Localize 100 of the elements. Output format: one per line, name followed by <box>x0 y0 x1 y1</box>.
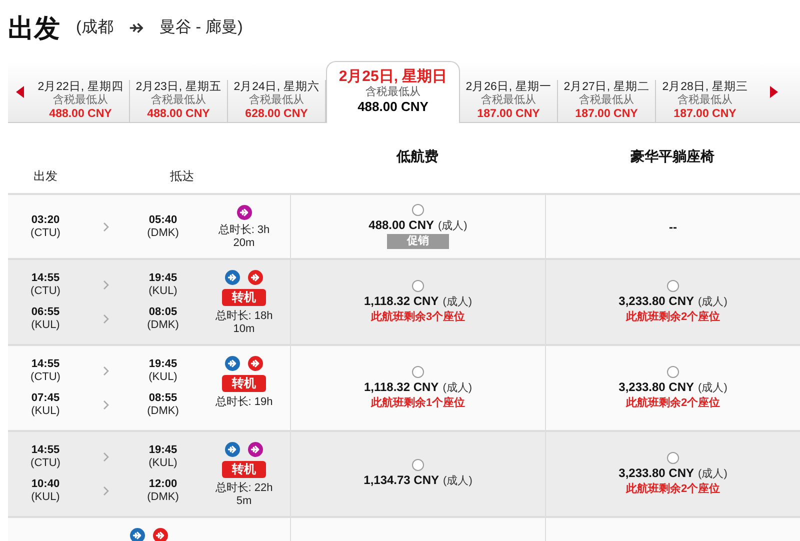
route-destination: 曼谷 - 廊曼) <box>159 18 243 38</box>
departure-airport: (CTU) <box>30 285 60 298</box>
chevron-right-icon <box>102 222 108 232</box>
fare-unit: (成人) <box>442 294 472 310</box>
tab-label: 含税最低从 <box>249 94 304 107</box>
departure-time: 06:55 <box>31 306 60 319</box>
arrival-airport: (KUL) <box>148 371 178 384</box>
next-arrow-icon[interactable] <box>770 86 778 98</box>
departure-airport: (CTU) <box>30 226 60 240</box>
tab-label: 含税最低从 <box>151 94 206 107</box>
fare-price: 3,233.80 CNY <box>618 378 694 396</box>
fare-radio[interactable] <box>667 366 679 378</box>
fare-price: 3,233.80 CNY <box>618 464 694 482</box>
tab-price: 488.00 CNY <box>147 107 210 122</box>
tab-price: 628.00 CNY <box>245 107 308 122</box>
fare-unit: (成人) <box>443 474 472 489</box>
fare-radio[interactable] <box>412 366 424 378</box>
chevron-right-icon <box>102 366 108 376</box>
tab-label: 含税最低从 <box>53 94 108 107</box>
total-duration: 总时长: 19h <box>214 396 274 409</box>
date-tab[interactable]: 2月23日, 星期五 含税最低从 488.00 CNY <box>130 80 228 122</box>
arrival-airport: (DMK) <box>147 226 179 240</box>
tab-price: 187.00 CNY <box>674 107 736 122</box>
fare-unit: (成人) <box>698 380 728 396</box>
column-header: 抵达 <box>169 168 195 185</box>
route-origin: (成都 <box>76 18 114 38</box>
tab-date: 2月26日, 星期一 <box>466 80 552 94</box>
arrival-time: 05:40 <box>148 214 178 226</box>
chevron-right-icon <box>102 452 108 462</box>
tab-date: 2月25日, 星期日 <box>338 68 448 86</box>
arrival-airport: (KUL) <box>148 457 178 470</box>
arrival-time: 19:45 <box>148 358 178 371</box>
fare-unit: (成人) <box>698 294 728 310</box>
arrival-airport: (DMK) <box>147 491 179 504</box>
chevron-right-icon <box>102 400 108 410</box>
fare-radio[interactable] <box>412 458 424 471</box>
transfer-badge: 转机 <box>222 461 266 478</box>
tab-price: 488.00 CNY <box>358 99 428 115</box>
column-header: 出发 <box>32 168 58 185</box>
transfer-badge: 转机 <box>222 375 266 392</box>
chevron-right-icon <box>102 314 108 324</box>
fare-price: 1,118.32 CNY <box>364 378 439 396</box>
tab-price: 187.00 CNY <box>477 107 540 122</box>
tab-date: 2月28日, 星期三 <box>662 80 748 94</box>
arrival-time: 08:05 <box>148 306 178 319</box>
arrival-time: 19:45 <box>148 272 178 285</box>
fare-radio[interactable] <box>667 280 679 292</box>
seats-left-note: 此航班剩余1个座位 <box>370 396 466 410</box>
fare-radio[interactable] <box>412 280 424 292</box>
fare-price: 488.00 CNY <box>368 216 434 234</box>
date-tab[interactable]: 2月25日, 星期日 含税最低从 488.00 CNY <box>326 61 460 123</box>
departure-time: 03:20 <box>31 214 60 226</box>
departure-airport: (KUL) <box>31 405 60 418</box>
arrival-time: 08:55 <box>148 392 178 405</box>
fare-column-header: 低航费 <box>396 147 438 166</box>
tab-date: 2月23日, 星期五 <box>136 80 222 94</box>
arrival-airport: (DMK) <box>147 319 179 332</box>
fare-unit: (成人) <box>698 466 728 482</box>
fare-price: 3,233.80 CNY <box>618 292 694 310</box>
departure-airport: (CTU) <box>30 371 60 384</box>
chevron-right-icon <box>102 280 108 290</box>
departure-airport: (KUL) <box>31 319 60 332</box>
previous-arrow-icon[interactable] <box>16 86 24 98</box>
departure-airport: (CTU) <box>30 457 60 470</box>
fare-column-header: 豪华平躺座椅 <box>630 147 714 166</box>
seats-left-note: 此航班剩余2个座位 <box>626 396 720 410</box>
fare-unit: (成人) <box>442 380 472 396</box>
total-duration: 总时长: 22h 5m <box>214 482 274 508</box>
seats-left-note: 此航班剩余2个座位 <box>626 482 720 496</box>
tab-label: 含税最低从 <box>366 86 420 99</box>
departure-time: 14:55 <box>31 358 60 371</box>
tab-label: 含税最低从 <box>579 94 634 107</box>
departure-time: 07:45 <box>31 392 60 405</box>
total-duration: 总时长: 3h 20m <box>217 224 271 250</box>
tab-price: 187.00 CNY <box>575 107 638 122</box>
departure-airport: (KUL) <box>31 491 60 504</box>
seats-left-note: 此航班剩余2个座位 <box>626 310 720 324</box>
departure-time: 14:55 <box>31 444 60 457</box>
transfer-badge: 转机 <box>222 289 266 306</box>
date-tab[interactable]: 2月28日, 星期三 含税最低从 187.00 CNY <box>656 80 754 122</box>
fare-radio[interactable] <box>667 452 679 464</box>
fare-price: 1,118.32 CNY <box>364 292 439 310</box>
seats-left-note: 此航班剩余3个座位 <box>370 310 466 324</box>
tab-label: 含税最低从 <box>678 94 732 107</box>
fare-unit: (成人) <box>438 218 468 234</box>
departure-time: 10:40 <box>31 478 60 491</box>
arrival-time: 12:00 <box>148 478 178 491</box>
tab-date: 2月22日, 星期四 <box>38 80 124 94</box>
tab-label: 含税最低从 <box>481 94 536 107</box>
tab-date: 2月27日, 星期二 <box>564 80 650 94</box>
promo-badge: 促销 <box>387 234 449 250</box>
total-duration: 总时长: 18h 10m <box>214 310 274 336</box>
arrival-time: 19:45 <box>148 444 178 457</box>
date-tab[interactable]: 2月22日, 星期四 含税最低从 488.00 CNY <box>32 80 130 122</box>
date-tab[interactable]: 2月27日, 星期二 含税最低从 187.00 CNY <box>558 80 656 122</box>
fare-radio[interactable] <box>412 204 424 216</box>
arrival-airport: (KUL) <box>148 285 178 298</box>
arrival-airport: (DMK) <box>147 405 179 418</box>
date-tab[interactable]: 2月26日, 星期一 含税最低从 187.00 CNY <box>460 80 558 122</box>
fare-unavailable: -- <box>669 218 677 236</box>
